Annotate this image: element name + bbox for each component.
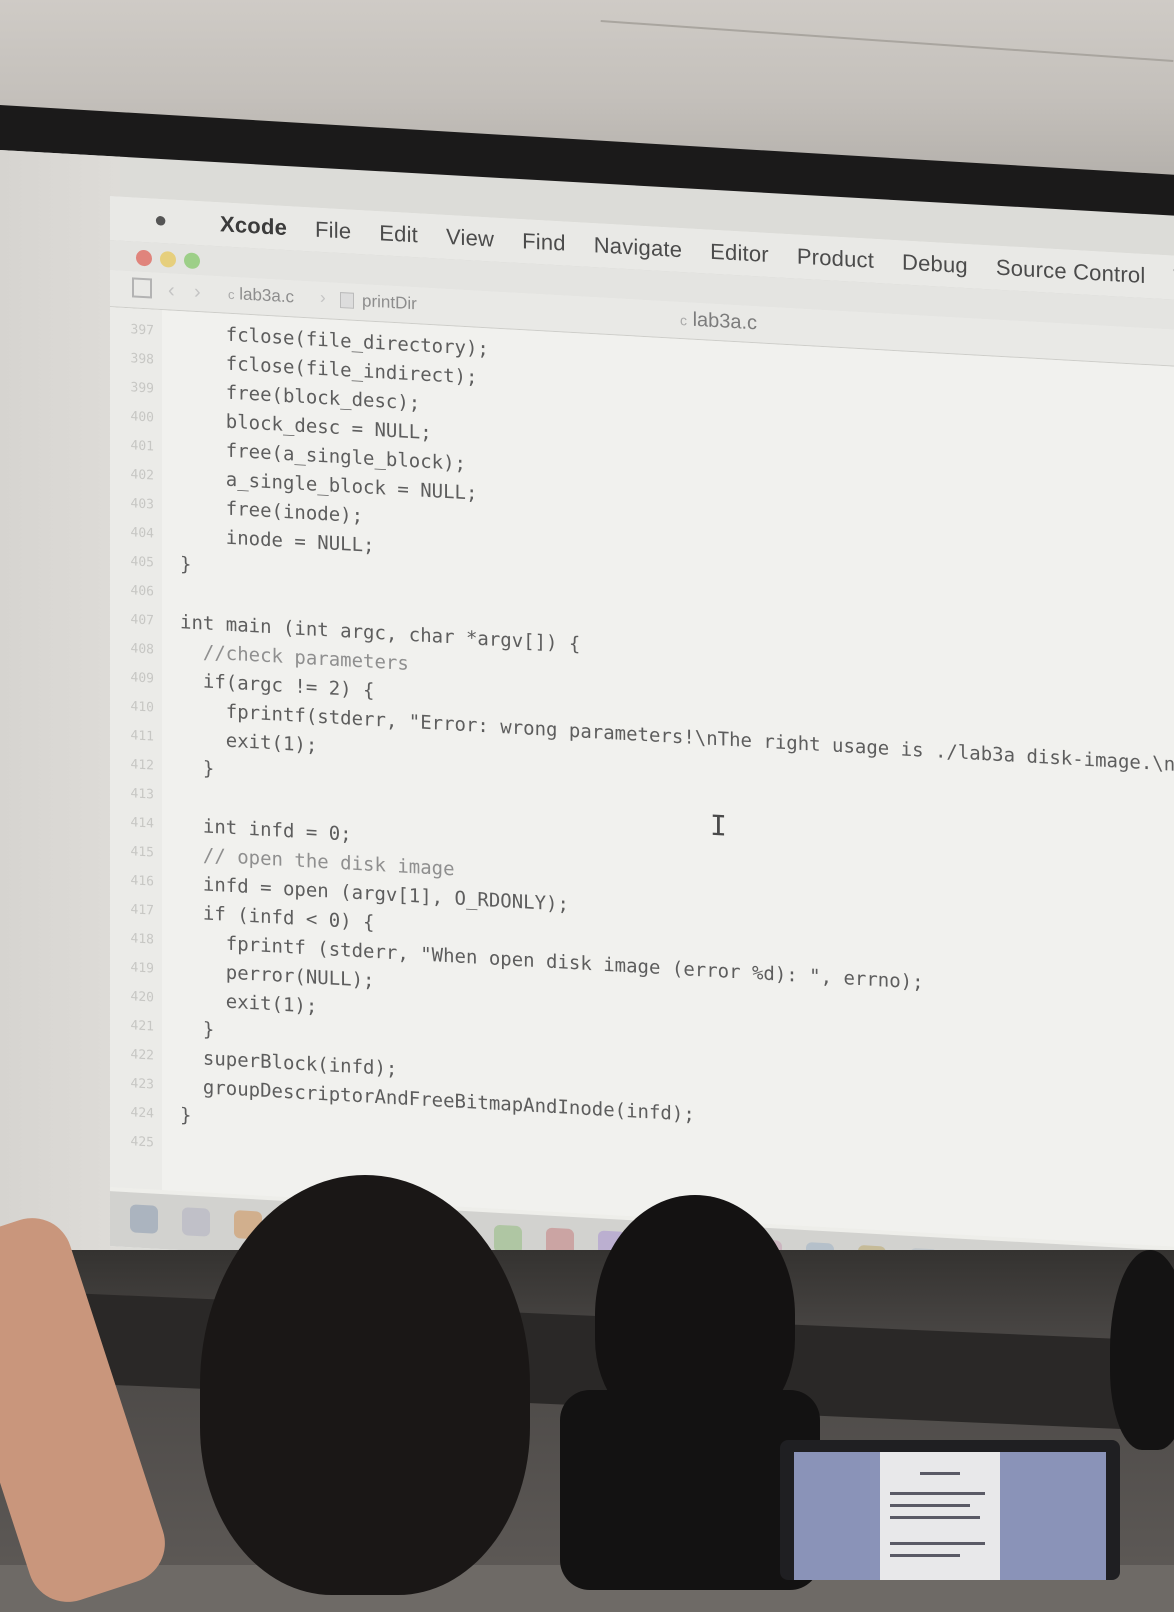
line-number: 398 — [130, 351, 154, 368]
line-number: 412 — [130, 757, 154, 774]
laptop-text-line — [890, 1554, 960, 1557]
audience-laptop — [780, 1440, 1120, 1580]
line-number: 416 — [130, 873, 154, 890]
menu-edit[interactable]: Edit — [365, 219, 432, 249]
minimize-window-button[interactable] — [160, 250, 176, 268]
menu-debug[interactable]: Debug — [888, 249, 982, 280]
line-number: 410 — [130, 699, 154, 716]
line-number: 400 — [130, 409, 154, 426]
line-number: 411 — [130, 728, 154, 745]
breadcrumb-separator-icon: › — [320, 287, 326, 308]
c-file-icon: c — [228, 286, 235, 303]
code-text: exit(1); — [180, 727, 318, 757]
laptop-document — [880, 1452, 1000, 1580]
dock-app-icon[interactable] — [182, 1207, 210, 1237]
line-number: 404 — [130, 525, 154, 542]
function-icon — [340, 292, 354, 309]
code-editor[interactable]: I 397 fclose(file_directory); 398 fclose(… — [110, 307, 1174, 1248]
code-text: } — [180, 1017, 215, 1041]
line-number: 405 — [130, 554, 154, 571]
menu-find[interactable]: Find — [508, 227, 580, 257]
audience-head-long-hair — [200, 1175, 530, 1595]
zoom-window-button[interactable] — [184, 252, 200, 270]
related-items-grid-icon[interactable] — [132, 277, 152, 299]
code-text: } — [180, 756, 215, 780]
apple-icon[interactable]: ● — [154, 207, 174, 233]
dock-app-icon[interactable] — [130, 1204, 158, 1234]
menu-window[interactable]: Window — [1159, 264, 1174, 296]
laptop-text-line — [920, 1472, 960, 1475]
line-number: 402 — [130, 467, 154, 484]
menu-navigate[interactable]: Navigate — [580, 231, 696, 264]
code-text: } — [180, 553, 192, 576]
line-number: 423 — [130, 1076, 154, 1093]
editor-tab-label: lab3a.c — [692, 308, 758, 335]
line-number: 425 — [130, 1134, 154, 1151]
xcode-window: ● Xcode File Edit View Find Navigate Editor Pro… — [110, 196, 1174, 1307]
laptop-text-line — [890, 1542, 985, 1545]
forward-arrow-icon[interactable]: › — [194, 281, 201, 304]
laptop-text-line — [890, 1492, 985, 1495]
menu-view[interactable]: View — [432, 223, 508, 253]
line-number: 407 — [130, 612, 154, 629]
projection-margin — [0, 150, 120, 1277]
code-text: } — [180, 1104, 192, 1127]
line-number: 408 — [130, 641, 154, 658]
line-number: 417 — [130, 902, 154, 919]
line-number: 401 — [130, 438, 154, 455]
line-number: 420 — [130, 989, 154, 1006]
menu-editor[interactable]: Editor — [696, 238, 783, 269]
menu-xcode[interactable]: Xcode — [206, 211, 301, 242]
line-number: 403 — [130, 496, 154, 513]
laptop-text-line — [890, 1516, 980, 1519]
line-number: 399 — [130, 380, 154, 397]
line-number: 421 — [130, 1018, 154, 1035]
line-number: 414 — [130, 815, 154, 832]
ceiling-tile-seam — [600, 19, 1174, 63]
breadcrumb-symbol[interactable]: printDir — [362, 291, 417, 314]
line-number: 409 — [130, 670, 154, 687]
breadcrumb-file[interactable]: c lab3a.c — [228, 284, 294, 308]
line-number: 397 — [130, 322, 154, 339]
line-number: 406 — [130, 583, 154, 600]
close-window-button[interactable] — [136, 249, 152, 267]
line-number: 413 — [130, 786, 154, 803]
c-file-icon: c — [680, 312, 687, 329]
line-number: 419 — [130, 960, 154, 977]
line-number: 424 — [130, 1105, 154, 1122]
menu-file[interactable]: File — [301, 216, 365, 246]
line-number: 422 — [130, 1047, 154, 1064]
back-arrow-icon[interactable]: ‹ — [168, 279, 175, 302]
breadcrumb-file-label: lab3a.c — [239, 284, 295, 307]
breadcrumb-symbol-label: printDir — [362, 291, 417, 314]
line-number: 415 — [130, 844, 154, 861]
menu-product[interactable]: Product — [783, 243, 888, 275]
laptop-text-line — [890, 1504, 970, 1507]
line-number: 418 — [130, 931, 154, 948]
projected-screen: ● Xcode File Edit View Find Navigate Editor Pro… — [0, 150, 1174, 1336]
menu-source-control[interactable]: Source Control — [982, 254, 1160, 290]
editor-tab-title[interactable]: c lab3a.c — [680, 308, 757, 335]
code-text: exit(1); — [180, 988, 318, 1018]
